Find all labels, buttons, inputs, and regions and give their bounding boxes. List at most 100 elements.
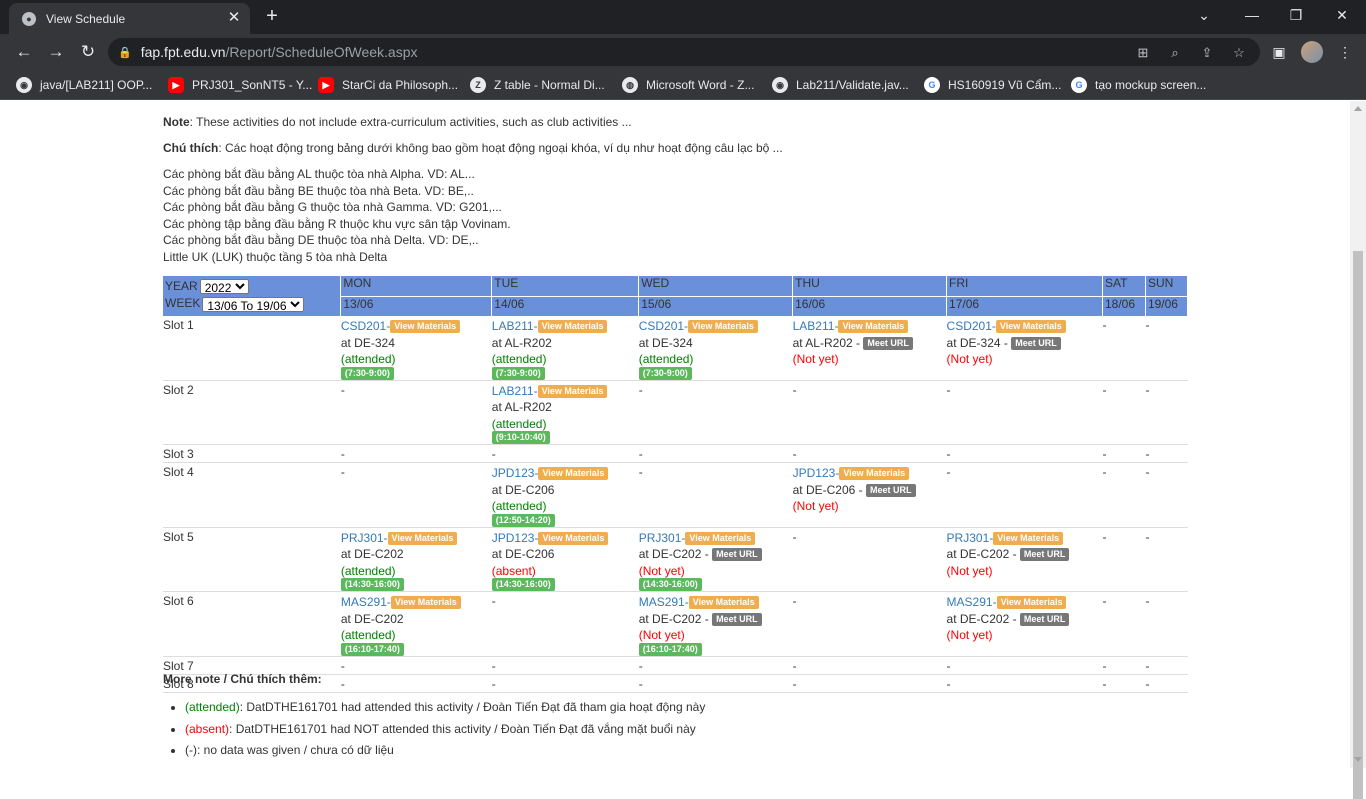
course-link[interactable]: LAB211-	[492, 384, 538, 398]
reload-icon[interactable]: ↻	[77, 41, 99, 63]
view-materials-button[interactable]: View Materials	[688, 320, 758, 333]
github-icon: ◉	[16, 77, 32, 93]
schedule-cell: -	[340, 444, 492, 463]
bookmarks-bar: ◉ java/[LAB211] OOP... ▶ PRJ301_SonNT5 - Y.…	[0, 70, 1366, 100]
bookmark-star-icon[interactable]: ☆	[1230, 44, 1248, 62]
course-link[interactable]: LAB211-	[793, 319, 839, 333]
menu-icon[interactable]: ⋮	[1334, 41, 1356, 63]
view-materials-button[interactable]: View Materials	[538, 531, 609, 545]
view-materials-button[interactable]: View Materials	[537, 320, 608, 333]
new-tab-button[interactable]: +	[262, 5, 282, 27]
view-materials-button[interactable]: View Materials	[839, 467, 910, 480]
schedule-cell: -	[792, 656, 947, 675]
room-text: at DE-C206	[491, 482, 555, 497]
scrollbar-thumb[interactable]	[1353, 251, 1363, 799]
side-panel-icon[interactable]: ▣	[1268, 41, 1290, 63]
course-link[interactable]: JPD123-	[793, 466, 840, 480]
bookmark-item[interactable]: Gtạo mockup screen...	[1071, 76, 1206, 94]
meet-url-button[interactable]: Meet URL	[863, 336, 913, 350]
view-materials-button[interactable]: View Materials	[538, 467, 609, 480]
profile-avatar[interactable]	[1301, 41, 1323, 63]
schedule-cell: -	[638, 380, 793, 445]
view-materials-button[interactable]: View Materials	[390, 320, 461, 333]
browser-toolbar: ← → ↻ 🔒 fap.fpt.edu.vn/Report/ScheduleOf…	[0, 34, 1366, 70]
meet-url-button[interactable]: Meet URL	[865, 483, 916, 497]
course-link[interactable]: JPD123-	[492, 466, 539, 480]
back-icon[interactable]: ←	[13, 41, 35, 63]
meet-url-button[interactable]: Meet URL	[1011, 336, 1061, 350]
bookmark-item[interactable]: ▶ PRJ301_SonNT5 - Y...	[168, 76, 312, 94]
week-select[interactable]: 13/06 To 19/06	[202, 296, 305, 312]
attendance-status: (Not yet)	[792, 499, 839, 513]
schedule-cell: -	[792, 444, 947, 463]
date-header: 14/06	[491, 295, 640, 316]
no-data-dash: -	[638, 447, 643, 461]
course-link[interactable]: LAB211-	[492, 319, 538, 333]
course-link[interactable]: MAS291-	[341, 595, 391, 609]
view-materials-button[interactable]: View Materials	[688, 596, 759, 609]
note-text: : These activities do not include extra-…	[189, 115, 632, 129]
slot-row: Slot 2- LAB211- View Materials at AL-R202 (a…	[163, 380, 1188, 445]
page-scrollbar[interactable]	[1350, 101, 1366, 799]
meet-url-button[interactable]: Meet URL	[1019, 612, 1070, 626]
close-tab-icon[interactable]: ✕	[226, 10, 242, 26]
course-link[interactable]: PRJ301-	[341, 531, 388, 545]
tab-view-schedule[interactable]: ● View Schedule ✕	[9, 3, 250, 34]
schedule-cell: -	[340, 656, 492, 675]
view-materials-button[interactable]: View Materials	[996, 596, 1067, 609]
meet-url-button[interactable]: Meet URL	[712, 548, 762, 561]
attendance-status: (attended)	[638, 352, 694, 366]
translate-icon[interactable]: ⊞	[1134, 44, 1152, 62]
restore-icon[interactable]: ❐	[1284, 4, 1308, 26]
lock-icon[interactable]: 🔒	[118, 46, 132, 59]
course-link[interactable]: CSD201-	[947, 319, 996, 333]
share-icon[interactable]: ⇪	[1198, 44, 1216, 62]
time-badge: (7:30-9:00)	[340, 366, 394, 380]
course-link[interactable]: PRJ301-	[947, 531, 994, 545]
view-materials-button[interactable]: View Materials	[390, 596, 461, 609]
view-materials-button[interactable]: View Materials	[537, 384, 608, 398]
bookmark-item[interactable]: ◍ Microsoft Word - Z...	[622, 76, 754, 94]
course-link[interactable]: JPD123-	[492, 531, 539, 545]
year-select[interactable]: 2022	[199, 279, 249, 295]
minimize-icon[interactable]: —	[1240, 4, 1264, 26]
bookmark-item[interactable]: ▶ StarCi da Philosoph...	[318, 76, 458, 94]
close-window-icon[interactable]: ✕	[1330, 4, 1354, 26]
course-link[interactable]: CSD201-	[341, 319, 390, 333]
meet-url-button[interactable]: Meet URL	[1019, 548, 1070, 561]
no-data-dash: -	[1145, 465, 1150, 479]
course-link[interactable]: MAS291-	[639, 595, 689, 609]
room-text: at DE-C202	[340, 547, 404, 561]
forward-icon[interactable]: →	[45, 41, 67, 63]
meet-url-button[interactable]: Meet URL	[712, 612, 762, 626]
chuthich-line: Chú thích: Các hoạt động trong bảng dưới…	[163, 140, 783, 157]
view-materials-button[interactable]: View Materials	[995, 320, 1066, 333]
slot-row: Slot 3-------	[163, 444, 1188, 463]
course-link[interactable]: CSD201-	[639, 319, 688, 333]
view-materials-button[interactable]: View Materials	[838, 320, 909, 333]
course-link[interactable]: PRJ301-	[639, 531, 686, 545]
no-data-dash: -	[638, 658, 643, 673]
tab-search-icon[interactable]: ⌄	[1192, 4, 1216, 26]
bookmark-item[interactable]: ◉ Lab211/Validate.jav...	[772, 76, 909, 94]
slot-row: Slot 6 MAS291- View Materials at DE-C202 (at…	[163, 591, 1188, 657]
room-text: at DE-C206 -	[792, 482, 866, 497]
no-data-dash: -	[946, 658, 951, 673]
view-materials-button[interactable]: View Materials	[993, 531, 1064, 545]
schedule-cell: CSD201- View Materials at DE-324 (attended)…	[638, 316, 793, 381]
room-text: at DE-C202 -	[946, 547, 1020, 561]
course-link[interactable]: MAS291-	[947, 595, 997, 609]
zoom-icon[interactable]: ⌕	[1166, 44, 1184, 62]
bookmark-item[interactable]: G HS160919 Vũ Cẩm...	[924, 76, 1061, 94]
view-materials-button[interactable]: View Materials	[387, 531, 458, 545]
room-note: Các phòng bắt đầu bằng BE thuộc tòa nhà …	[163, 183, 474, 198]
address-bar[interactable]: 🔒 fap.fpt.edu.vn/Report/ScheduleOfWeek.a…	[108, 38, 1260, 66]
scroll-up-arrow[interactable]	[1354, 106, 1362, 111]
no-data-dash: -	[491, 676, 496, 691]
bookmark-label: java/[LAB211] OOP...	[40, 78, 153, 92]
bookmark-item[interactable]: Z Z table - Normal Di...	[470, 76, 605, 94]
scroll-down-arrow[interactable]	[1354, 757, 1362, 762]
schedule-cell: -	[1145, 527, 1188, 592]
bookmark-item[interactable]: ◉ java/[LAB211] OOP...	[16, 76, 152, 94]
view-materials-button[interactable]: View Materials	[685, 531, 756, 545]
